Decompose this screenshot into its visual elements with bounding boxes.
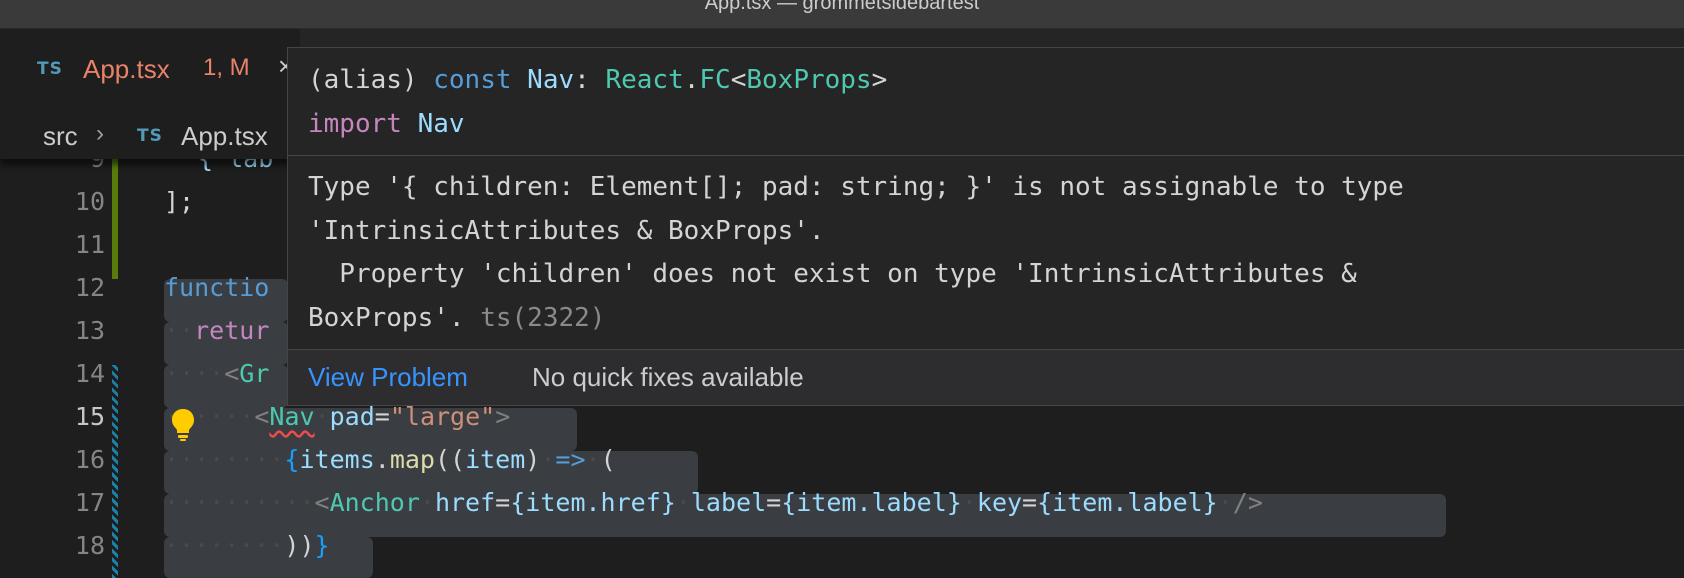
git-added-indicator xyxy=(112,159,118,279)
error-message-line: Type '{ children: Element[]; pad: string… xyxy=(308,172,1404,202)
line-number: 14 xyxy=(74,359,105,388)
line-number: 10 xyxy=(74,187,105,216)
typescript-file-icon: TS xyxy=(137,126,163,146)
line-number: 18 xyxy=(74,531,105,560)
code-line-10: ]; xyxy=(164,180,194,223)
no-quick-fixes-label: No quick fixes available xyxy=(532,362,804,392)
code-token: functio xyxy=(164,273,270,302)
signature-token: > xyxy=(871,65,888,95)
signature-token: (alias) xyxy=(308,65,418,95)
code-token: ) xyxy=(525,445,541,474)
code-line-13: ··retur xyxy=(164,316,270,345)
code-token: ]; xyxy=(164,187,195,216)
error-squiggle-nav[interactable]: Nav xyxy=(269,402,314,431)
error-message-line: BoxProps'. xyxy=(308,302,465,333)
tab-filename: App.tsx xyxy=(83,54,170,84)
breadcrumb-folder-src[interactable]: src xyxy=(43,121,78,152)
error-code: ts(2322) xyxy=(480,302,606,333)
divider xyxy=(288,155,1684,156)
tab-problem-status: 1, M xyxy=(203,54,250,81)
code-token: } xyxy=(314,531,330,560)
code-token: => xyxy=(555,445,586,474)
code-token: {item.label} xyxy=(1037,488,1218,517)
signature-token: React xyxy=(605,65,684,95)
signature-token: : xyxy=(574,65,590,95)
signature-token: Nav xyxy=(527,65,575,95)
hover-status-bar: View Problem No quick fixes available xyxy=(288,349,1684,405)
signature-token: . xyxy=(683,65,700,95)
code-line-17: ··········<Anchor·href={item.href}·label… xyxy=(164,488,1263,517)
breadcrumb-file[interactable]: App.tsx xyxy=(181,121,268,152)
code-token: < xyxy=(224,359,240,388)
code-token: {item.href} xyxy=(510,488,676,517)
code-line-16: ········{items.map((item)·=>·( xyxy=(164,445,616,474)
code-token: "large" xyxy=(389,402,496,431)
line-number: 12 xyxy=(74,273,105,302)
code-token: item xyxy=(465,445,526,474)
code-line-12: functio xyxy=(164,266,269,309)
signature-token: < xyxy=(730,65,747,95)
window-title: App.tsx — grommetsidebartest xyxy=(704,0,980,14)
line-number: 11 xyxy=(74,230,105,259)
error-message-line: 'IntrinsicAttributes & BoxProps'. xyxy=(308,215,825,246)
view-problem-link[interactable]: View Problem xyxy=(308,362,468,393)
line-number: 13 xyxy=(74,316,105,345)
lightbulb-icon[interactable] xyxy=(170,408,196,442)
code-token: { xyxy=(284,445,300,474)
code-token: = xyxy=(374,402,390,431)
code-token: map xyxy=(389,445,435,474)
signature-token: import xyxy=(308,109,402,139)
error-message-line: Property 'children' does not exist on ty… xyxy=(308,259,1357,289)
code-line-18: ········))} xyxy=(164,531,330,560)
code-token: > xyxy=(495,402,511,431)
line-number: 15 xyxy=(74,402,105,431)
line-number: 16 xyxy=(74,445,105,474)
window-titlebar: App.tsx — grommetsidebartest xyxy=(0,0,1684,29)
signature-token: Nav xyxy=(417,109,465,139)
signature-token: FC xyxy=(699,65,731,95)
hover-tooltip: (alias) const Nav: React.FC<BoxProps> im… xyxy=(287,47,1684,406)
code-token: retur xyxy=(194,316,270,345)
code-token: < xyxy=(254,402,270,431)
code-token: items xyxy=(299,445,375,474)
signature-token: const xyxy=(433,65,512,95)
chevron-right-icon: › xyxy=(96,120,104,147)
code-token: . xyxy=(374,445,390,474)
code-token: (( xyxy=(434,445,466,474)
typescript-file-icon: TS xyxy=(37,59,63,79)
git-modified-indicator xyxy=(112,365,118,578)
code-token: label xyxy=(690,488,767,517)
code-token: href xyxy=(434,488,496,517)
code-token: pad xyxy=(329,402,375,431)
code-token: Gr xyxy=(239,359,270,388)
code-token: ( xyxy=(600,445,616,474)
code-line-14: ····<Gr xyxy=(164,359,270,388)
code-token: /> xyxy=(1232,488,1263,517)
code-token: < xyxy=(314,488,330,517)
code-token: key xyxy=(976,488,1023,517)
tab-app-tsx[interactable]: TS App.tsx 1, M × xyxy=(0,29,300,109)
hover-signature: (alias) const Nav: React.FC<BoxProps> im… xyxy=(308,58,887,146)
error-message: Type '{ children: Element[]; pad: string… xyxy=(308,166,1668,340)
line-number: 17 xyxy=(74,488,105,517)
code-token: )) xyxy=(284,531,315,560)
signature-token: BoxProps xyxy=(746,65,872,95)
code-token: Anchor xyxy=(329,488,420,517)
code-token: {item.label} xyxy=(781,488,962,517)
